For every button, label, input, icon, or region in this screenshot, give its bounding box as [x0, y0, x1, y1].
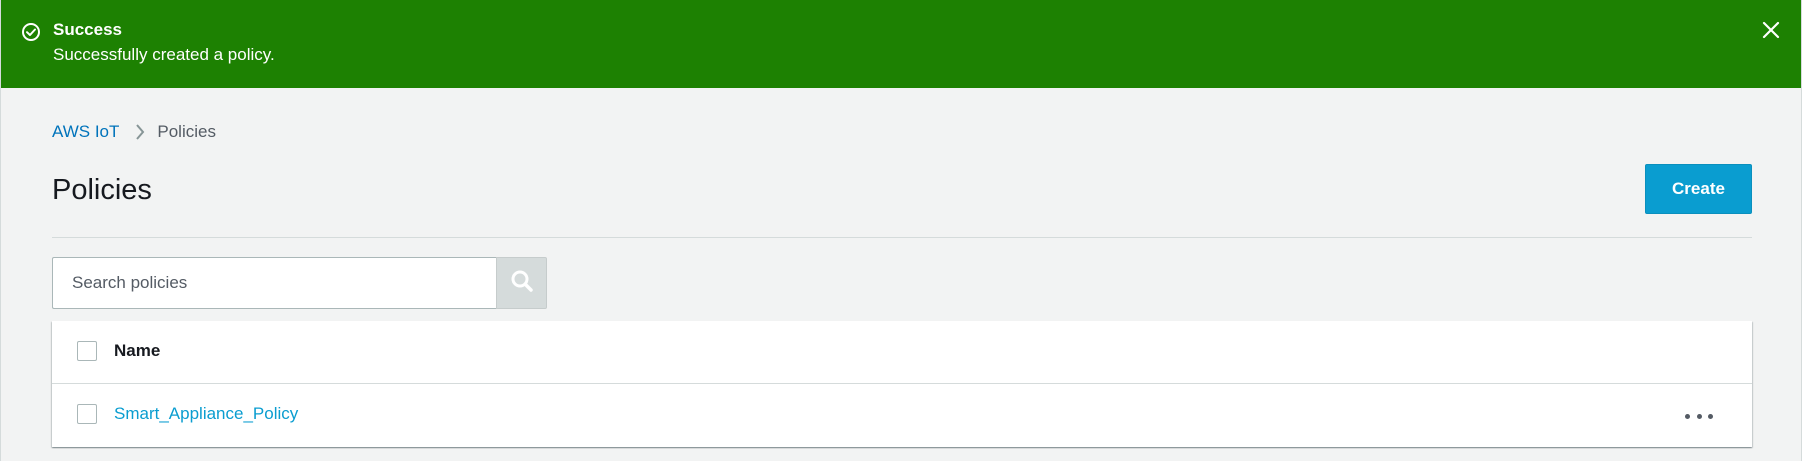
column-header-name: Name — [114, 341, 161, 360]
header-divider — [52, 237, 1752, 238]
search-icon — [510, 269, 534, 298]
chevron-right-icon — [135, 124, 145, 140]
main-content: AWS IoT Policies Policies Create Name — [0, 88, 1802, 461]
more-actions-button[interactable] — [1685, 406, 1713, 426]
search-input[interactable] — [52, 257, 496, 309]
notification-message: Successfully created a policy. — [53, 45, 275, 64]
table-header: Name — [52, 321, 1752, 384]
policy-name-link[interactable]: Smart_Appliance_Policy — [114, 404, 298, 424]
page-title: Policies — [52, 174, 152, 206]
select-all-checkbox[interactable] — [77, 341, 97, 361]
search-bar — [52, 257, 547, 309]
notification-title: Success — [53, 20, 122, 39]
check-circle-icon — [21, 22, 41, 42]
policies-table: Name Smart_Appliance_Policy — [52, 321, 1752, 447]
breadcrumb: AWS IoT Policies — [52, 122, 216, 142]
breadcrumb-link-aws-iot[interactable]: AWS IoT — [52, 122, 119, 142]
close-notification-button[interactable] — [1759, 20, 1783, 44]
table-row: Smart_Appliance_Policy — [52, 384, 1752, 447]
row-checkbox[interactable] — [77, 404, 97, 424]
more-horizontal-icon — [1685, 413, 1690, 419]
close-icon — [1762, 21, 1780, 44]
breadcrumb-current-policies: Policies — [157, 122, 216, 141]
success-notification-banner: Success Successfully created a policy. — [0, 0, 1802, 88]
more-horizontal-icon-dot — [1696, 413, 1702, 419]
search-button[interactable] — [496, 257, 547, 309]
create-button[interactable]: Create — [1645, 164, 1752, 214]
more-horizontal-icon-dot — [1708, 413, 1713, 419]
